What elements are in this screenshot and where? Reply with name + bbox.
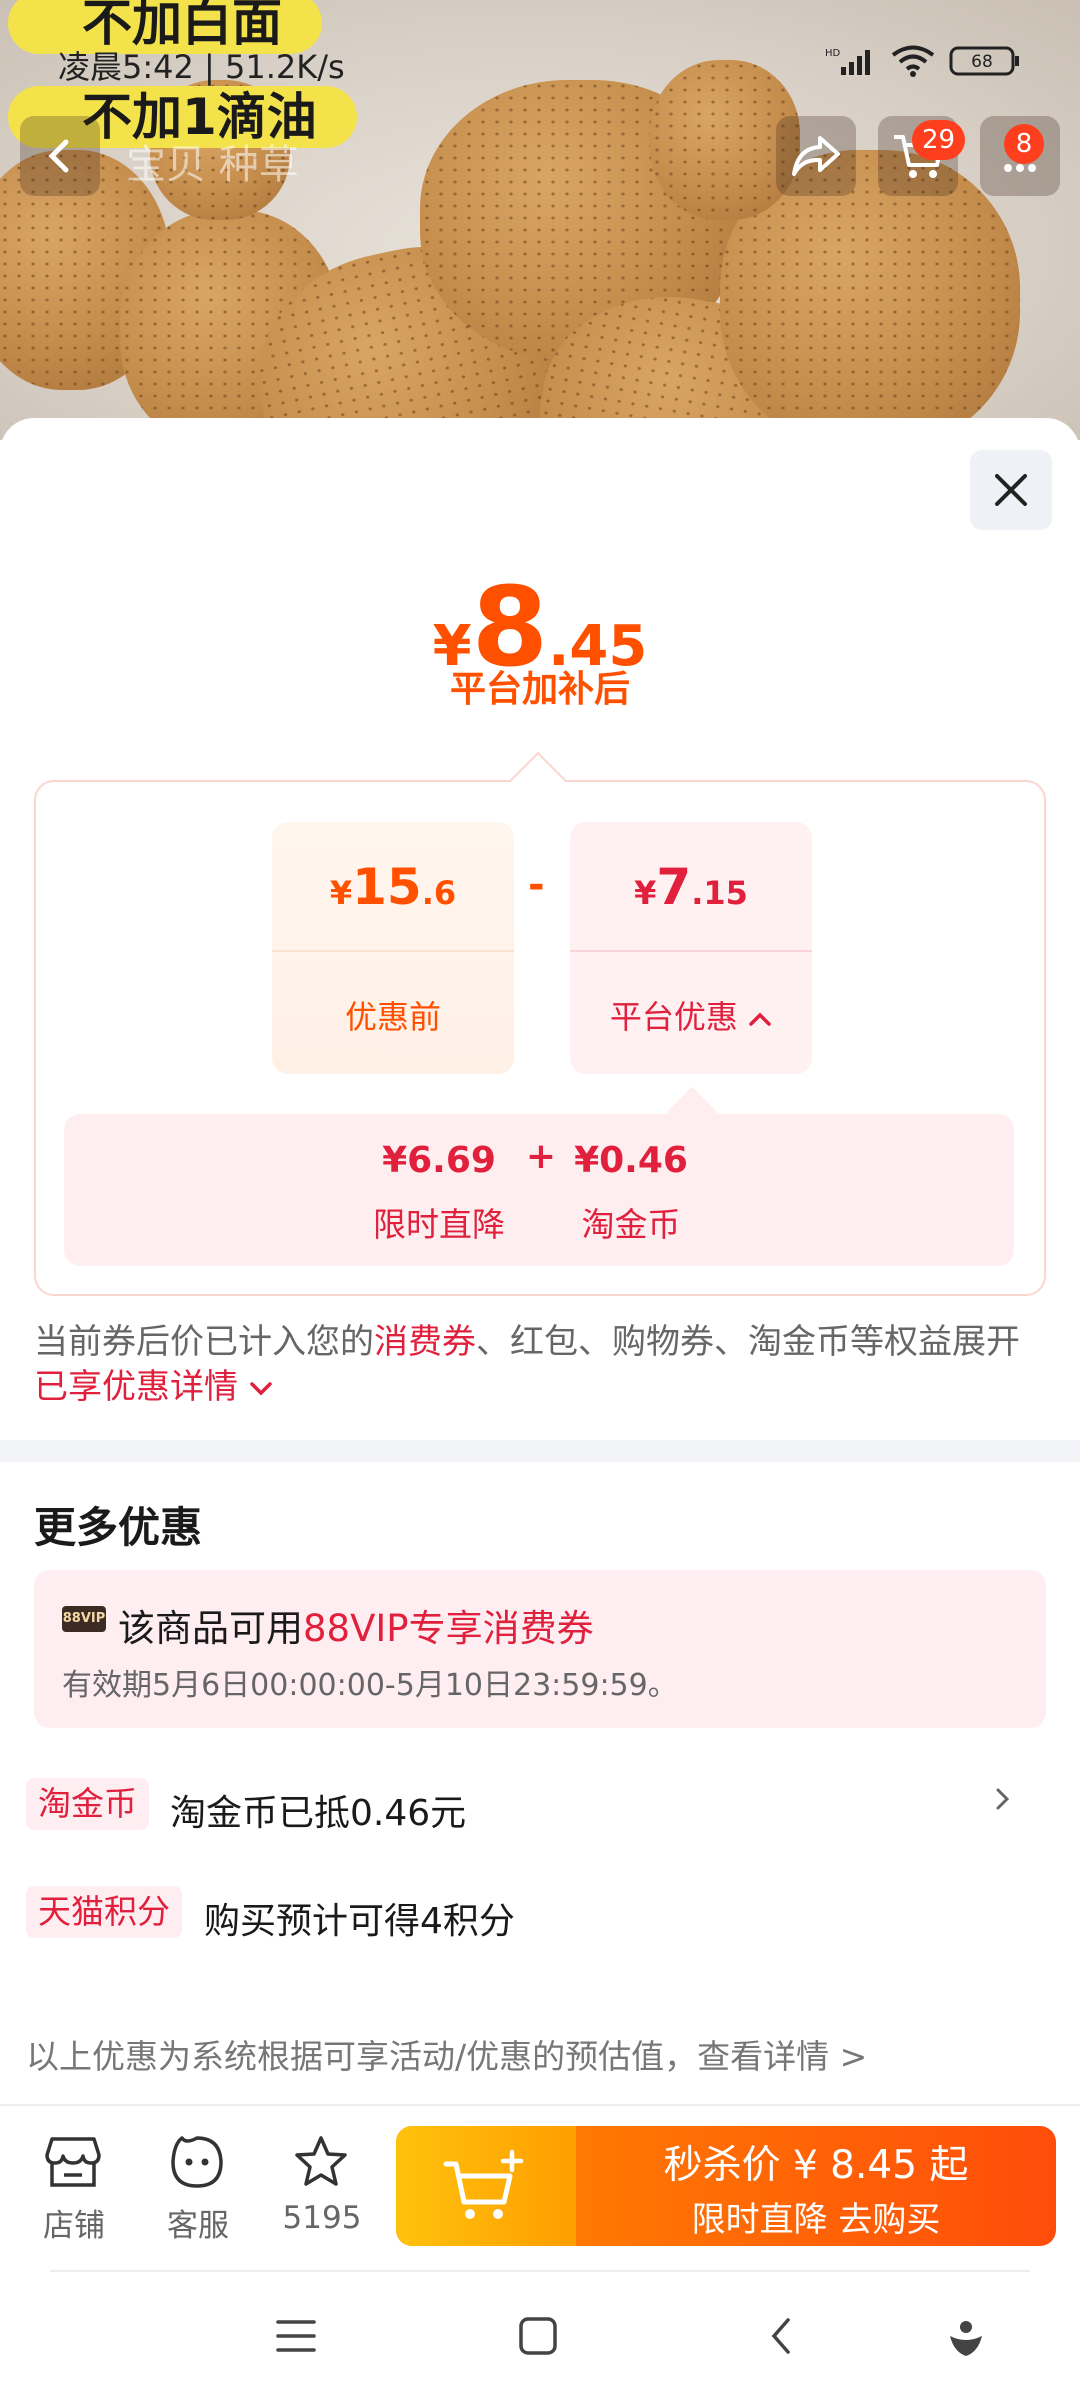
service-label: 客服 [167,2208,229,2244]
cart-add-icon [443,2149,524,2219]
chevron-down-icon [250,1382,272,1396]
close-button[interactable] [970,450,1052,530]
vip-badge: 88VIP [62,1606,106,1632]
breakdown-value: ¥0.46 [574,1140,688,1181]
platform-discount-card[interactable]: ¥7.15 平台优惠 [570,822,812,1074]
more-offers-title: 更多优惠 [34,1503,203,1552]
taojinbi-tag: 淘金币 [26,1778,149,1830]
battery-icon: 68 [948,44,1022,78]
tmall-points-text: 购买预计可得4积分 [204,1901,515,1942]
star-icon [295,2136,347,2186]
system-nav-bar [0,2274,1080,2400]
note-text: 当前券后价已计入您的 [34,1322,374,1362]
discount-value: ¥7.15 [570,858,812,916]
minus-sign: - [528,862,545,908]
original-price-card: ¥15.6 优惠前 [272,822,514,1074]
back-icon[interactable] [766,2316,796,2356]
plus-sign: + [525,1136,557,1177]
currency: ¥ [329,874,353,912]
vip-validity: 有效期5月6日00:00:00-5月10日23:59:59。 [62,1668,678,1703]
assistant-icon[interactable] [948,2318,984,2358]
currency: ¥ [634,874,657,912]
wifi-icon [888,44,938,78]
note-text: 、红包、购物券、淘金币等权益展开 [476,1322,1020,1362]
favorite-count: 5195 [282,2200,362,2236]
decimal: .15 [691,874,748,912]
details-link-label: 已享优惠详情 [34,1367,238,1407]
tab-bar[interactable]: 宝贝 种草 [126,132,299,190]
service-icon [171,2136,223,2188]
store-icon [45,2137,101,2187]
divider [570,950,812,952]
chevron-left-icon [48,139,69,173]
cta-price-line: 秒杀价 ¥ 8.45 起 [663,2143,969,2188]
shop-button[interactable] [38,2132,108,2192]
divider [50,2270,1030,2272]
integer: 15 [352,858,422,916]
message-count-badge: 8 [1004,124,1044,164]
vip-coupon-text: 该商品可用88VIP专享消费券 [118,1598,594,1652]
section-divider [0,1440,1080,1462]
vip-text: 该商品可用 [118,1607,303,1650]
close-icon [995,474,1027,506]
original-price-value: ¥15.6 [272,858,514,916]
chevron-up-icon [749,1012,771,1026]
signal-icon: HD [824,44,880,78]
divider [272,950,514,952]
share-button[interactable] [776,116,856,196]
breakdown-label: 限时直降 [373,1205,505,1244]
share-icon [792,136,840,176]
breakdown-value: ¥6.69 [382,1140,496,1181]
price-subtitle: 平台加补后 [449,669,630,710]
discount-label: 平台优惠 [570,992,812,1038]
note-highlight: 消费券 [374,1322,476,1362]
coupon-note: 当前券后价已计入您的消费券、红包、购物券、淘金币等权益展开已享优惠详情 [34,1320,1044,1410]
cta-action-line: 限时直降 去购买 [691,2200,941,2240]
service-button[interactable] [162,2132,232,2192]
chevron-right-icon[interactable] [990,1786,1016,1812]
cart-count-badge: 29 [912,120,966,160]
discount-details-link[interactable]: 已享优惠详情 [34,1367,273,1407]
svg-text:HD: HD [825,48,841,59]
product-image: 不加白面 不加1滴油 凌晨5:42 | 51.2K/s HD 68 宝贝 种草 … [0,0,1080,440]
breakdown-label: 淘金币 [581,1205,681,1244]
original-price-label: 优惠前 [344,998,441,1036]
discount-label-text: 平台优惠 [609,998,738,1036]
integer: 7 [656,858,692,916]
battery-level: 68 [971,52,993,72]
favorite-button[interactable] [286,2132,356,2192]
status-time: 凌晨5:42 | 51.2K/s [58,48,345,86]
vip-highlight: 88VIP专享消费券 [303,1607,594,1650]
decimal: .6 [421,874,457,912]
taojinbi-text[interactable]: 淘金币已抵0.46元 [170,1784,466,1836]
add-to-cart-button[interactable] [396,2126,576,2246]
back-button[interactable] [20,116,100,196]
tmall-points-tag: 天猫积分 [26,1886,182,1938]
disclaimer-link[interactable]: 以上优惠为系统根据可享活动/优惠的预估值，查看详情 > [26,2030,867,2078]
home-icon[interactable] [518,2316,558,2356]
menu-icon[interactable] [276,2318,316,2354]
shop-label: 店铺 [43,2208,105,2244]
